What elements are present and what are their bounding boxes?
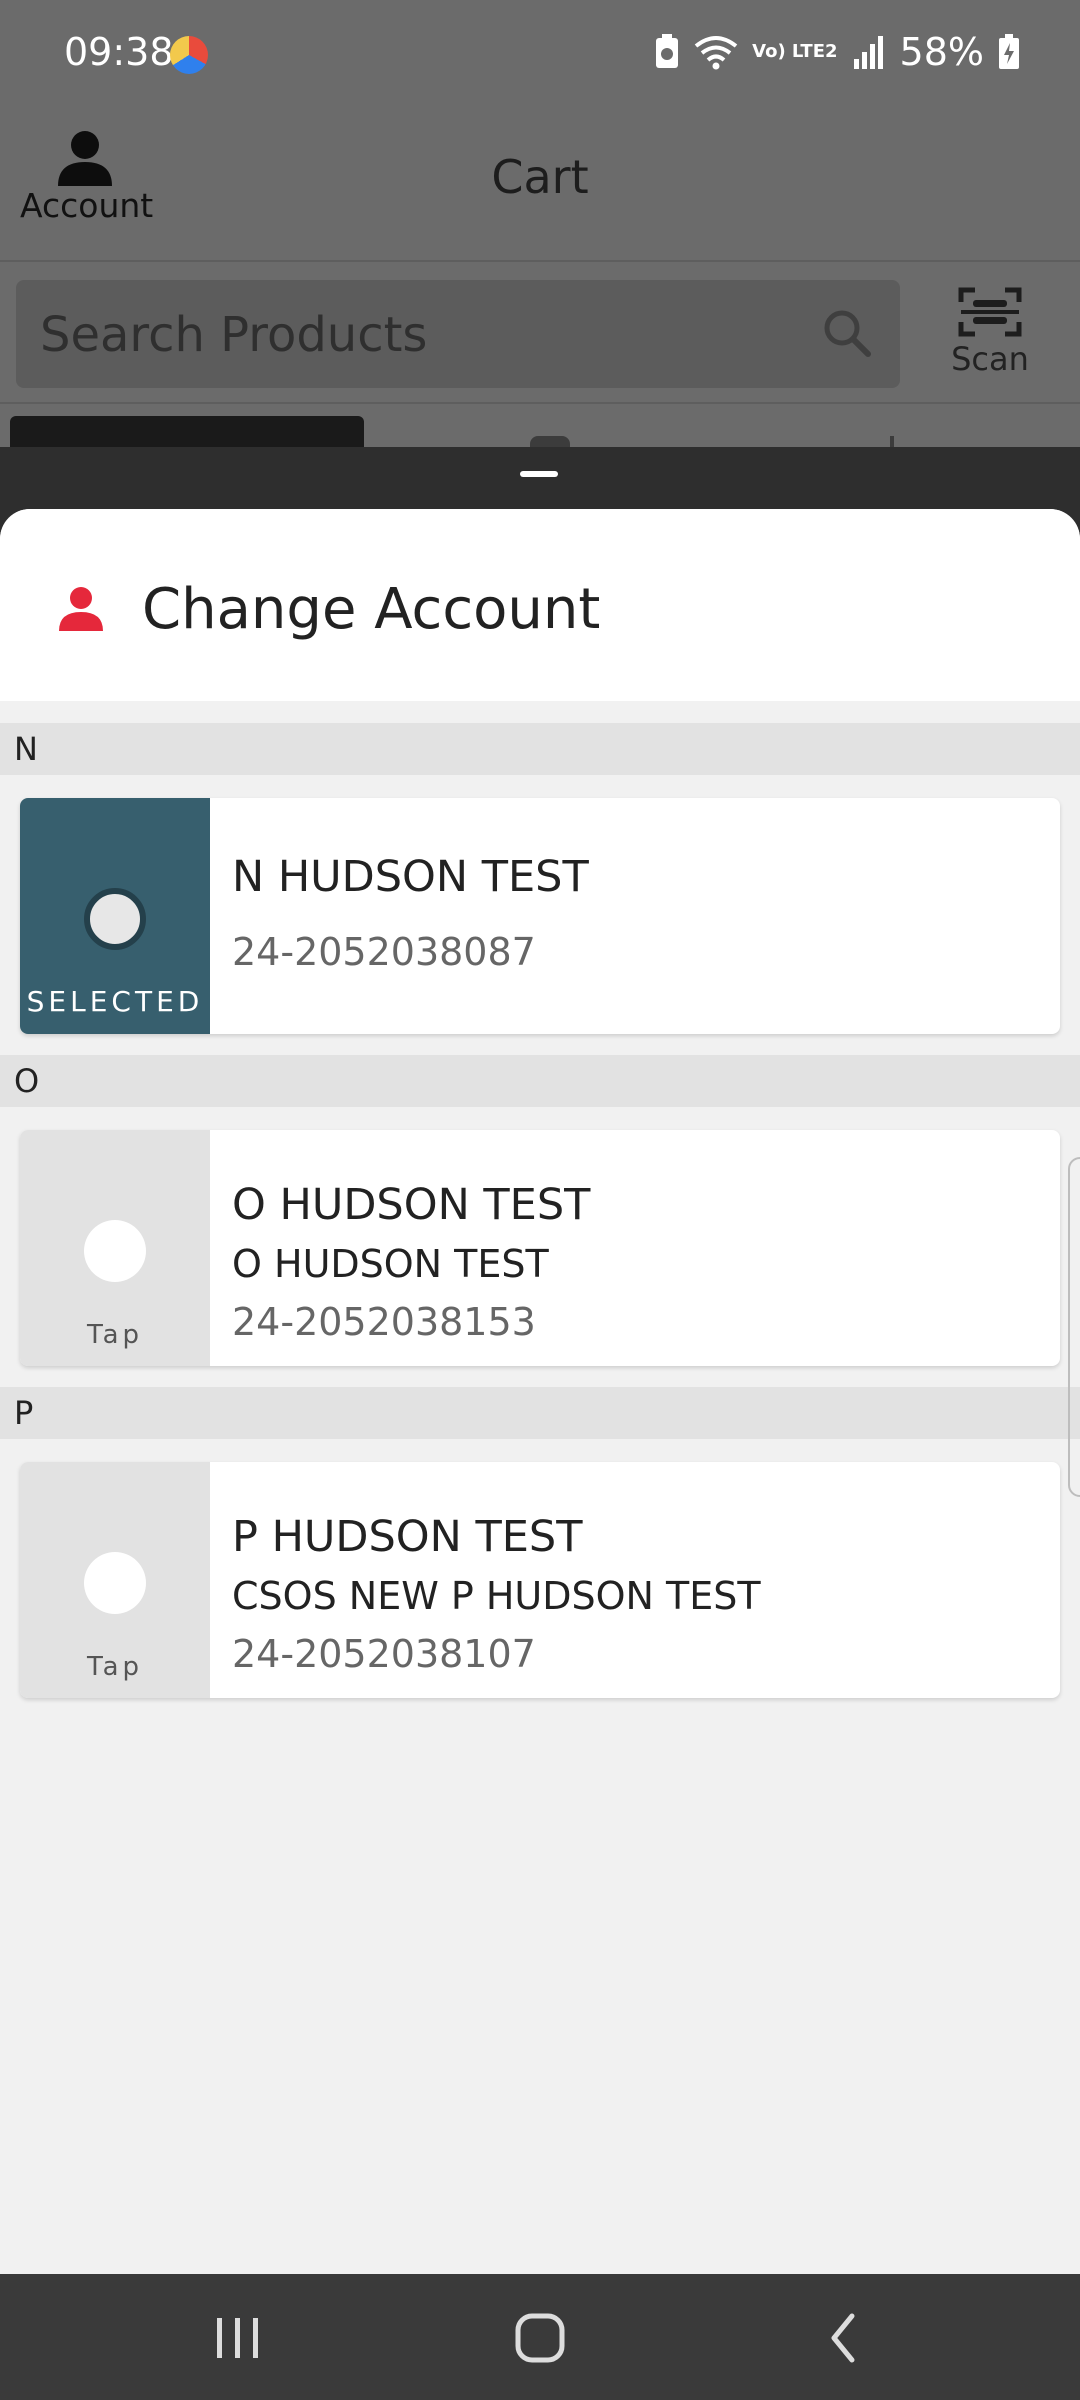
signal-icon — [853, 36, 883, 69]
search-row: Scan — [0, 262, 1080, 404]
home-icon — [515, 2313, 565, 2363]
recents-icon — [217, 2318, 258, 2358]
page-title: Cart — [491, 150, 589, 204]
app-notification-icon — [170, 36, 208, 74]
search-icon[interactable] — [822, 308, 872, 358]
search-input[interactable] — [38, 302, 802, 368]
selection-panel[interactable]: Tap — [20, 1130, 210, 1366]
scan-label: Scan — [951, 340, 1029, 378]
tap-label: Tap — [86, 1320, 143, 1350]
account-number: 24-2052038153 — [232, 1300, 536, 1344]
account-number: 24-2052038087 — [232, 930, 536, 974]
home-button[interactable] — [500, 2302, 580, 2372]
scan-icon — [958, 287, 1022, 337]
status-icons: Vo) LTE2 58% — [654, 30, 1020, 74]
drag-handle[interactable] — [520, 471, 558, 477]
background-app: 09:38 Vo) LTE2 58% Account Cart Search P… — [0, 0, 1080, 456]
radio-unselected-icon[interactable] — [84, 1552, 146, 1614]
back-button[interactable] — [802, 2302, 882, 2372]
status-bar: 09:38 Vo) LTE2 58% — [0, 0, 1080, 110]
battery-saver-icon — [656, 34, 679, 68]
account-subtitle: O HUDSON TEST — [232, 1242, 549, 1286]
selection-panel[interactable]: Tap — [20, 1462, 210, 1698]
account-subtitle: CSOS NEW P HUDSON TEST — [232, 1574, 761, 1618]
scan-button[interactable]: Scan — [930, 280, 1050, 390]
section-header-n: N — [0, 723, 1080, 775]
account-name: N HUDSON TEST — [232, 852, 589, 902]
radio-selected-icon[interactable] — [84, 888, 146, 950]
account-card-o[interactable]: Tap O HUDSON TEST O HUDSON TEST 24-20520… — [20, 1130, 1060, 1366]
selection-panel[interactable]: SELECTED — [20, 798, 210, 1034]
account-number: 24-2052038107 — [232, 1632, 536, 1676]
battery-percent: 58% — [899, 30, 984, 74]
system-nav-bar — [0, 2274, 1080, 2400]
battery-icon — [999, 34, 1019, 69]
status-time: 09:38 — [64, 30, 174, 74]
radio-unselected-icon[interactable] — [84, 1220, 146, 1282]
back-icon — [831, 2313, 855, 2363]
selected-label: SELECTED — [26, 985, 204, 1018]
change-account-sheet: Change Account N SELECTED N HUDSON TEST … — [0, 509, 1080, 2274]
network-type: Vo) LTE2 — [752, 41, 838, 62]
search-box[interactable] — [16, 280, 900, 388]
recents-button[interactable] — [198, 2302, 278, 2372]
sheet-header: Change Account — [0, 509, 1080, 701]
app-header: Account Cart — [0, 110, 1080, 262]
section-header-p: P — [0, 1387, 1080, 1439]
account-name: P HUDSON TEST — [232, 1512, 583, 1562]
wifi-icon — [694, 36, 738, 70]
account-name: O HUDSON TEST — [232, 1180, 591, 1230]
person-icon — [59, 587, 103, 631]
account-card-n[interactable]: SELECTED N HUDSON TEST 24-2052038087 — [20, 798, 1060, 1034]
scrollbar[interactable] — [1068, 1157, 1080, 1497]
section-header-o: O — [0, 1055, 1080, 1107]
sheet-title: Change Account — [142, 577, 601, 642]
account-card-p[interactable]: Tap P HUDSON TEST CSOS NEW P HUDSON TEST… — [20, 1462, 1060, 1698]
tap-label: Tap — [86, 1652, 143, 1682]
